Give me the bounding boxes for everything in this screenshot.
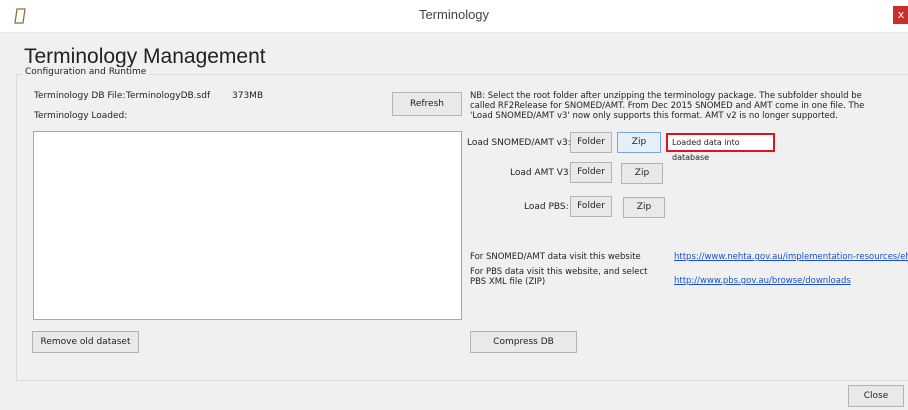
pbs-info-text-2: PBS XML file (ZIP) <box>470 277 546 287</box>
terminology-loaded-label: Terminology Loaded: <box>34 111 128 121</box>
load-amt-label: Load AMT V3: <box>510 168 572 178</box>
window-close-button[interactable]: x <box>893 6 908 24</box>
status-message: Loaded data into database <box>666 133 775 162</box>
load-amt-zip-button[interactable]: Zip <box>621 163 663 184</box>
load-snomed-zip-button[interactable]: Zip <box>617 132 661 153</box>
terminology-list[interactable] <box>33 131 462 320</box>
pbs-info-text: For PBS data visit this website, and sel… <box>470 267 648 277</box>
terminology-window: Terminology x Terminology Management Con… <box>0 0 908 410</box>
load-snomed-label: Load SNOMED/AMT v3: <box>467 138 571 148</box>
remove-old-dataset-button[interactable]: Remove old dataset <box>32 331 139 353</box>
db-file-label: Terminology DB File: <box>34 91 126 101</box>
refresh-button[interactable]: Refresh <box>392 92 462 116</box>
load-pbs-folder-button[interactable]: Folder <box>570 196 612 217</box>
load-snomed-folder-button[interactable]: Folder <box>570 132 612 153</box>
close-button[interactable]: Close <box>848 385 904 407</box>
main-panel: Terminology Management Configuration and… <box>0 33 908 410</box>
window-title: Terminology <box>418 7 490 22</box>
instructions-note: NB: Select the root folder after unzippi… <box>470 91 865 121</box>
compress-db-button[interactable]: Compress DB <box>470 331 577 353</box>
snomed-info-text: For SNOMED/AMT data visit this website <box>470 252 641 262</box>
db-file-name: TerminologyDB.sdf <box>126 91 211 101</box>
load-pbs-zip-button[interactable]: Zip <box>623 197 665 218</box>
snomed-website-link[interactable]: https://www.nehta.gov.au/implementation-… <box>674 252 908 262</box>
load-pbs-label: Load PBS: <box>524 202 569 212</box>
pbs-website-link[interactable]: http://www.pbs.gov.au/browse/downloads <box>674 276 851 286</box>
db-file-size: 373MB <box>232 91 264 101</box>
page-title: Terminology Management <box>24 45 266 68</box>
title-bar: Terminology x <box>0 0 908 33</box>
load-amt-folder-button[interactable]: Folder <box>570 162 612 183</box>
group-label: Configuration and Runtime <box>22 67 150 77</box>
